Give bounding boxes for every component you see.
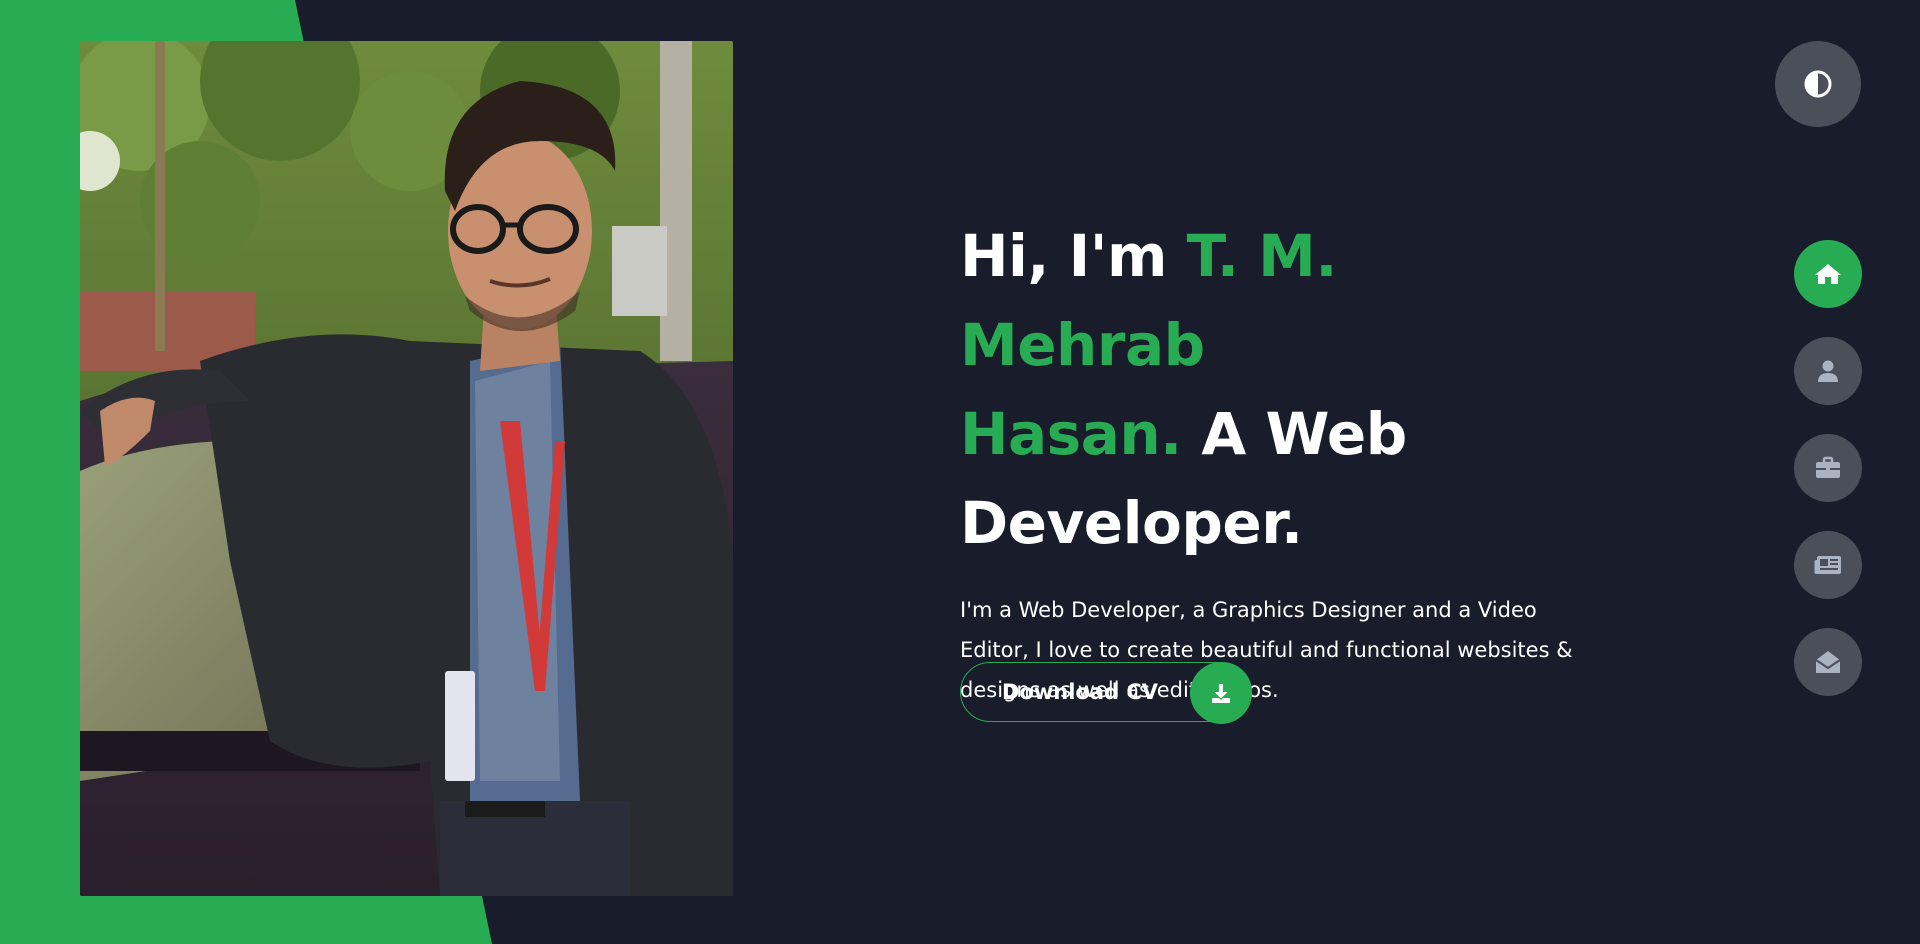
nav-portfolio-button[interactable] [1794, 434, 1862, 502]
nav-about-button[interactable] [1794, 337, 1862, 405]
name-last: Hasan. [960, 400, 1182, 468]
nav-contact-button[interactable] [1794, 628, 1862, 696]
contrast-icon [1804, 70, 1832, 98]
nav-home-button[interactable] [1794, 240, 1862, 308]
download-icon [1190, 662, 1252, 724]
hero-section: Hi, I'm T. M. Mehrab Hasan. A Web Develope… [960, 212, 1600, 710]
role-line: Developer. [960, 489, 1303, 557]
hero-heading: Hi, I'm T. M. Mehrab Hasan. A Web Develope… [960, 212, 1600, 568]
user-icon [1818, 360, 1838, 382]
theme-toggle-button[interactable] [1775, 41, 1861, 127]
nav-blog-button[interactable] [1794, 531, 1862, 599]
envelope-open-icon [1815, 651, 1841, 673]
home-icon [1815, 264, 1841, 284]
download-cv-label: Download CV [1002, 680, 1159, 704]
profile-photo [80, 41, 733, 896]
download-cv-button[interactable]: Download CV [960, 662, 1252, 724]
newspaper-icon [1814, 556, 1841, 574]
page: Hi, I'm T. M. Mehrab Hasan. A Web Develope… [0, 0, 1920, 944]
briefcase-icon [1816, 456, 1840, 478]
role-text: A Web [1181, 400, 1407, 468]
greeting-text: Hi, I'm [960, 222, 1187, 290]
